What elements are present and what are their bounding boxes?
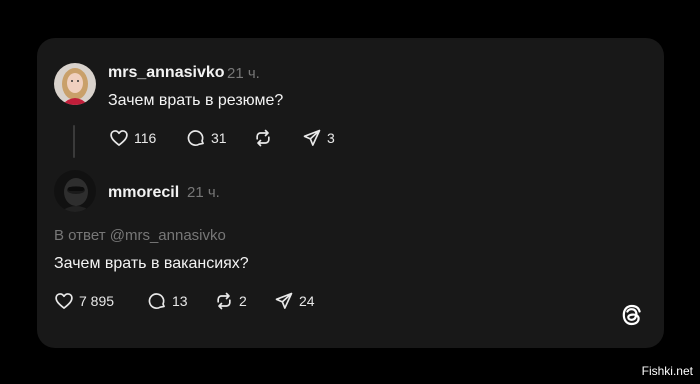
post-comment-button[interactable]: 31 — [186, 127, 227, 149]
post-username[interactable]: mrs_annasivko — [108, 63, 225, 83]
heart-icon — [55, 293, 73, 309]
threads-logo-icon[interactable] — [619, 302, 645, 328]
post-time: 21 ч. — [227, 65, 260, 82]
heart-icon — [110, 130, 128, 146]
avatar-mmorecil[interactable] — [54, 170, 96, 212]
reply-username[interactable]: mmorecil — [108, 183, 179, 203]
comment-icon — [148, 293, 165, 309]
reply-share-button[interactable]: 24 — [274, 290, 315, 312]
reply-like-count: 7 895 — [79, 293, 115, 309]
repost-icon — [256, 129, 270, 147]
fishki-watermark: Fishki.net — [641, 364, 693, 378]
reply-text: Зачем врать в вакансиях? — [54, 255, 249, 272]
reply-repost-count: 2 — [239, 293, 247, 309]
post-repost-button[interactable] — [253, 127, 278, 149]
threads-post-card: mrs_annasivko 21 ч. Зачем врать в резюме… — [37, 38, 664, 348]
reply-comment-button[interactable]: 13 — [147, 290, 188, 312]
post-comment-count: 31 — [211, 130, 227, 146]
avatar-mrs-annasivko[interactable] — [54, 63, 96, 105]
share-icon — [303, 129, 321, 146]
post-like-count: 116 — [134, 130, 157, 146]
comment-icon — [187, 130, 204, 146]
post-share-count: 3 — [327, 130, 335, 146]
reply-share-count: 24 — [299, 293, 315, 309]
reply-to-label[interactable]: В ответ @mrs_annasivko — [54, 226, 226, 246]
page: mrs_annasivko 21 ч. Зачем врать в резюме… — [0, 0, 700, 384]
post-share-button[interactable]: 3 — [302, 127, 335, 149]
post-text: Зачем врать в резюме? — [108, 92, 284, 109]
reply-like-button[interactable]: 7 895 — [54, 290, 114, 312]
reply-time: 21 ч. — [187, 184, 220, 201]
reply-repost-button[interactable]: 2 — [214, 290, 247, 312]
share-icon — [275, 292, 293, 309]
post-like-button[interactable]: 116 — [109, 127, 156, 149]
reply-comment-count: 13 — [172, 293, 188, 309]
repost-icon — [217, 292, 231, 310]
thread-connector-line — [73, 125, 75, 158]
